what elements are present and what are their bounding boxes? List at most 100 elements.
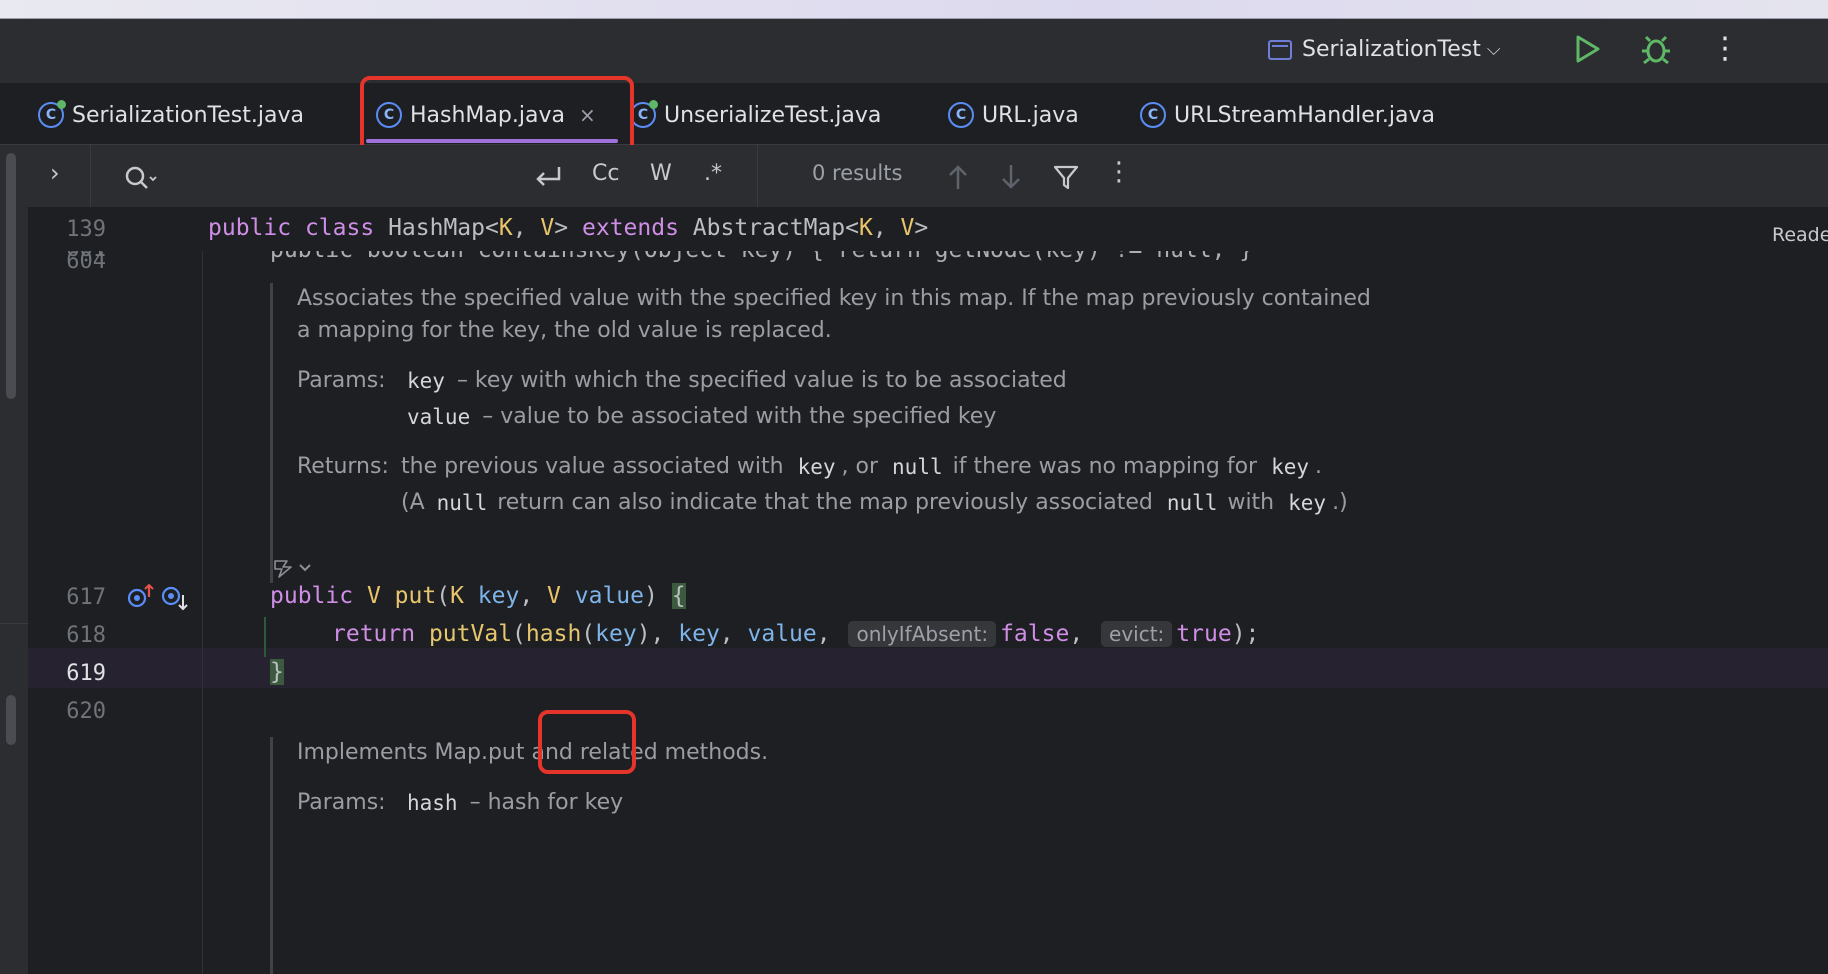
param-name: hash [407, 791, 458, 815]
sticky-code: public class HashMap<K, V> extends Abstr… [208, 215, 928, 241]
keyword: extends [582, 215, 679, 241]
overrides-method-icon[interactable] [126, 583, 158, 611]
doc-label: Params: [297, 368, 386, 393]
tab-url[interactable]: C URL.java [948, 98, 1079, 132]
brace-match: } [270, 659, 284, 685]
java-class-icon: C [38, 100, 66, 128]
java-class-icon: C [1140, 102, 1166, 128]
doc-text: Associates the specified value with the … [297, 286, 1371, 311]
toggle-doc-render-icon[interactable] [272, 557, 314, 579]
regex-toggle[interactable]: .* [704, 161, 722, 186]
punct: , [512, 215, 541, 241]
search-results-count: 0 results [812, 161, 903, 185]
method-name: put [394, 583, 437, 609]
scrollbar-thumb[interactable] [6, 153, 16, 399]
highlight-box-hash [538, 710, 636, 774]
method-call[interactable]: putVal [429, 621, 512, 647]
doc-label: Returns: [297, 454, 389, 479]
code-ref: key [1288, 491, 1327, 515]
code-line-601: public boolean containsKey(Object key) {… [270, 251, 1253, 263]
debug-button[interactable] [1640, 33, 1672, 69]
divider [757, 145, 758, 207]
search-input[interactable] [168, 157, 552, 197]
doc-text: , or [841, 454, 879, 479]
java-class-icon: C [948, 102, 974, 128]
inlay-hint: evict: [1101, 621, 1173, 647]
variable: value [747, 621, 817, 647]
param-name: key [477, 583, 520, 609]
more-vertical-icon[interactable]: ⋮ [1710, 31, 1740, 66]
doc-text: .) [1332, 490, 1348, 515]
line-number: 620 [66, 699, 106, 724]
window-title-strip [0, 0, 1828, 19]
new-line-icon[interactable] [533, 163, 563, 191]
code-line-617: public V put(K key, V value) { [270, 583, 686, 609]
more-vertical-icon[interactable]: ⋮ [1106, 157, 1132, 187]
code-editor[interactable]: 601 public boolean containsKey(Object ke… [28, 251, 1828, 974]
editor-tabs: C SerializationTest.java C HashMap.java … [0, 84, 1828, 145]
main-toolbar: SerializationTest ⌵ ⋮ [0, 19, 1828, 84]
param-name: value [574, 583, 645, 609]
param-desc: – value to be associated with the specif… [482, 404, 997, 429]
variable: key [595, 621, 637, 647]
chevron-down-icon: ⌵ [1486, 39, 1501, 60]
doc-returns: Returns: the previous value associated w… [297, 451, 1371, 483]
run-icon [1576, 35, 1600, 63]
tab-label: URLStreamHandler.java [1174, 102, 1435, 128]
reader-mode-button[interactable]: Reade [1772, 224, 1828, 246]
implemented-in-icon[interactable] [160, 583, 192, 611]
tab-serializationtest[interactable]: C SerializationTest.java [38, 98, 304, 132]
tab-label: URL.java [982, 102, 1079, 128]
doc-params: value – value to be associated with the … [297, 401, 1371, 433]
sticky-class-header: 139 public class HashMap<K, V> extends A… [28, 207, 1828, 256]
current-line-highlight [28, 648, 1828, 688]
code-ref: null [1166, 491, 1218, 515]
line-number: 617 [66, 585, 106, 610]
punct: < [845, 215, 859, 241]
previous-occurrence-icon[interactable] [948, 163, 968, 191]
line-number: 604 [66, 251, 106, 274]
punct: > [554, 215, 569, 241]
javadoc-putval: Implements Map.put and related methods. … [270, 737, 768, 974]
filter-icon[interactable] [1052, 163, 1080, 191]
tab-urlstreamhandler[interactable]: C URLStreamHandler.java [1140, 98, 1435, 132]
type-param: K [498, 215, 513, 241]
run-button[interactable] [1572, 33, 1602, 69]
doc-text: return can also indicate that the map pr… [497, 490, 1153, 515]
doc-text: if there was no mapping for [952, 454, 1258, 479]
method-call-hash[interactable]: hash [526, 621, 581, 647]
doc-text: . [1315, 454, 1323, 479]
doc-returns: (A null return can also indicate that th… [297, 487, 1371, 519]
tab-unserializetest[interactable]: C UnserializeTest.java [630, 98, 881, 132]
doc-params: Params: key – key with which the specifi… [297, 365, 1371, 397]
class-name: HashMap [388, 215, 485, 241]
keyword: public [208, 215, 292, 241]
match-case-toggle[interactable]: Cc [592, 161, 619, 186]
keyword: return [332, 621, 416, 647]
whole-words-toggle[interactable]: W [650, 161, 672, 186]
find-bar: › Cc W .* 0 results ⋮ [28, 145, 1828, 208]
param-desc: – hash for key [469, 790, 624, 815]
line-number: 139 [66, 217, 106, 242]
keyword: public [270, 583, 354, 609]
indent-guide [264, 617, 266, 657]
code-ref: null [436, 491, 488, 515]
gutter-divider [202, 251, 203, 974]
tab-label: UnserializeTest.java [664, 102, 882, 128]
keyword: class [304, 215, 375, 241]
line-number: 619 [66, 661, 106, 686]
type-param: V [540, 215, 555, 241]
next-occurrence-icon[interactable] [1001, 163, 1021, 191]
doc-params: Params: hash – hash for key [297, 787, 768, 819]
inlay-hint: onlyIfAbsent: [848, 621, 997, 647]
expand-replace-icon[interactable]: › [50, 159, 60, 187]
type-param: K [450, 583, 464, 609]
run-config-label: SerializationTest [1302, 37, 1481, 62]
code-ref: key [797, 455, 836, 479]
scrollbar-thumb[interactable] [6, 695, 16, 745]
debug-icon [1642, 35, 1670, 65]
search-icon[interactable] [124, 165, 158, 191]
type-param: V [900, 215, 915, 241]
param-desc: – key with which the specified value is … [456, 368, 1067, 393]
run-config-selector[interactable]: SerializationTest ⌵ [1268, 37, 1501, 62]
